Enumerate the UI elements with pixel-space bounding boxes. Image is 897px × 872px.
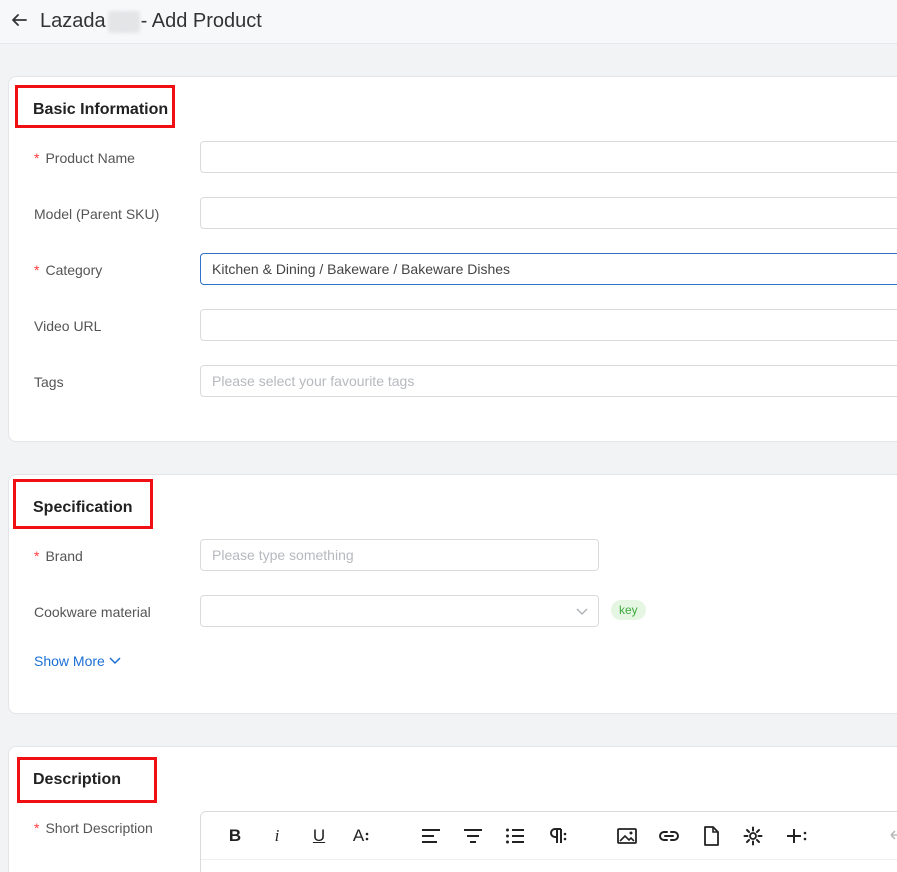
product-name-input[interactable] [200, 141, 897, 173]
insert-file-button[interactable] [699, 824, 723, 848]
plus-icon [787, 829, 807, 843]
category-label: * Category [34, 262, 103, 278]
brand-label: * Brand [34, 548, 83, 564]
required-mark: * [34, 150, 40, 166]
show-more-label: Show More [34, 653, 105, 669]
back-arrow-icon[interactable] [8, 9, 30, 31]
paragraph-button[interactable] [545, 824, 569, 848]
key-badge: key [611, 600, 646, 620]
basic-information-title: Basic Information [33, 101, 169, 118]
italic-button[interactable]: i [265, 824, 289, 848]
image-icon [617, 828, 637, 844]
insert-link-button[interactable] [657, 824, 681, 848]
font-size-dots-icon [365, 832, 369, 841]
editor-toolbar: B i U A [201, 812, 897, 860]
video-url-label: Video URL [34, 318, 102, 334]
undo-button[interactable] [885, 824, 897, 848]
specification-card: Specification * Brand Please type somethi… [8, 474, 897, 714]
video-url-input[interactable] [200, 309, 897, 341]
required-mark: * [34, 262, 40, 278]
align-center-button[interactable] [461, 824, 485, 848]
product-name-label: * Product Name [34, 150, 135, 166]
insert-more-button[interactable] [785, 824, 809, 848]
paragraph-icon [550, 828, 567, 843]
settings-button[interactable] [741, 824, 765, 848]
short-description-editor[interactable]: B i U A [200, 811, 897, 872]
specification-title: Specification [33, 499, 133, 516]
tags-label: Tags [34, 374, 64, 390]
align-center-icon [464, 829, 482, 843]
required-mark: * [34, 820, 40, 836]
cookware-material-select[interactable] [200, 595, 599, 627]
top-bar: Lazada - Add Product [0, 0, 897, 44]
chevron-down-icon [109, 657, 121, 665]
short-description-label: * Short Description [34, 820, 153, 836]
basic-information-card: Basic Information * Product Name Model (P… [8, 76, 897, 442]
required-mark: * [34, 548, 40, 564]
align-left-icon [422, 829, 440, 843]
page-title-prefix: Lazada [40, 10, 106, 32]
chevron-down-icon [576, 608, 588, 615]
list-button[interactable] [503, 824, 527, 848]
model-input[interactable] [200, 197, 897, 229]
redacted-store-name [107, 10, 140, 33]
numbered-list-icon [506, 828, 524, 844]
model-label: Model (Parent SKU) [34, 206, 160, 222]
file-icon [704, 826, 719, 846]
bold-button[interactable]: B [223, 824, 247, 848]
page-title: Lazada - Add Product [40, 10, 262, 33]
description-title: Description [33, 771, 122, 788]
show-more-link[interactable]: Show More [34, 653, 121, 669]
insert-image-button[interactable] [615, 824, 639, 848]
align-left-button[interactable] [419, 824, 443, 848]
font-size-button[interactable]: A [349, 824, 373, 848]
page-title-suffix: - Add Product [140, 10, 262, 32]
tags-select[interactable]: Please select your favourite tags [200, 365, 897, 397]
gear-icon [743, 826, 763, 846]
link-icon [659, 831, 679, 841]
undo-icon [890, 830, 897, 840]
brand-input[interactable]: Please type something [200, 539, 599, 571]
cookware-material-label: Cookware material [34, 604, 151, 620]
description-card: Description * Short Description B i U A [8, 746, 897, 872]
underline-button[interactable]: U [307, 824, 331, 848]
category-input[interactable]: Kitchen & Dining / Bakeware / Bakeware D… [200, 253, 897, 285]
